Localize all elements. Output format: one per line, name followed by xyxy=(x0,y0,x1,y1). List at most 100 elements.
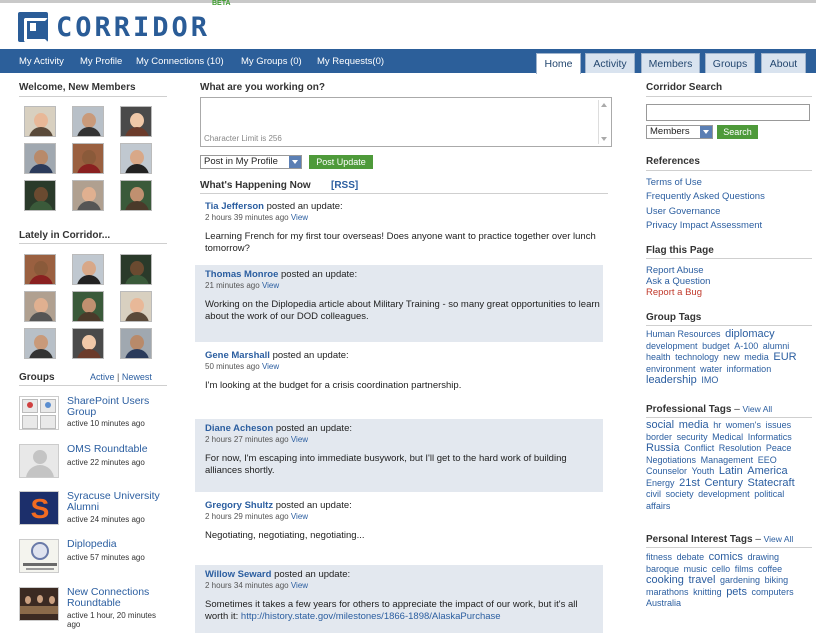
syracuse-s-icon[interactable]: S xyxy=(19,491,59,525)
tag-link[interactable]: Resolution xyxy=(719,443,762,453)
member-avatar[interactable] xyxy=(120,254,152,285)
update-url-link[interactable]: http://history.state.gov/milestones/1866… xyxy=(241,611,501,622)
member-avatar[interactable] xyxy=(24,328,56,359)
post-target-select[interactable]: Post in My Profile xyxy=(200,155,302,169)
view-link[interactable]: View xyxy=(291,512,308,521)
tag-link[interactable]: debate xyxy=(677,552,705,562)
tag-link[interactable]: A-100 xyxy=(734,341,758,351)
scroll-down-icon[interactable] xyxy=(601,137,607,141)
search-button[interactable]: Search xyxy=(717,125,758,139)
status-textarea[interactable]: Character Limit is 256 xyxy=(200,97,612,147)
post-update-button[interactable]: Post Update xyxy=(309,155,373,169)
group-name-oms[interactable]: OMS Roundtable xyxy=(67,444,179,455)
meeting-photo-icon[interactable] xyxy=(19,587,59,621)
report-abuse-link[interactable]: Report Abuse xyxy=(646,265,704,276)
tag-link[interactable]: issues xyxy=(766,420,792,430)
search-input[interactable] xyxy=(646,104,810,121)
tag-link[interactable]: 21st xyxy=(679,477,700,489)
tag-link[interactable]: films xyxy=(735,564,754,574)
member-avatar[interactable] xyxy=(120,180,152,211)
tag-link[interactable]: America xyxy=(747,465,787,477)
tag-link[interactable]: civil xyxy=(646,489,661,499)
author-link[interactable]: Tia Jefferson xyxy=(205,201,264,212)
tag-link[interactable]: health xyxy=(646,352,671,362)
tag-link[interactable]: Negotiations xyxy=(646,455,696,465)
view-link[interactable]: View xyxy=(291,435,308,444)
tag-link[interactable]: political xyxy=(754,489,784,499)
tag-link[interactable]: Latin xyxy=(719,465,743,477)
tag-link[interactable]: new xyxy=(723,352,740,362)
tag-link[interactable]: Peace xyxy=(766,443,792,453)
tag-link[interactable]: pets xyxy=(726,586,747,598)
tag-link[interactable]: environment xyxy=(646,364,696,374)
textarea-scrollbar[interactable] xyxy=(598,100,609,144)
tab-about[interactable]: About xyxy=(761,53,806,73)
tag-link[interactable]: cooking xyxy=(646,574,684,586)
member-avatar[interactable] xyxy=(120,291,152,322)
tag-link[interactable]: alumni xyxy=(763,341,790,351)
view-link[interactable]: View xyxy=(262,362,279,371)
tag-link[interactable]: baroque xyxy=(646,564,679,574)
tag-link[interactable]: diplomacy xyxy=(725,328,775,340)
tag-link[interactable]: development xyxy=(646,341,698,351)
nav-my-groups[interactable]: My Groups (0) xyxy=(241,56,302,67)
author-link[interactable]: Gene Marshall xyxy=(205,350,270,361)
tag-link[interactable]: affairs xyxy=(646,501,670,511)
tag-link[interactable]: biking xyxy=(765,575,789,585)
tag-link[interactable]: Management xyxy=(701,455,754,465)
tag-link[interactable]: leadership xyxy=(646,374,697,386)
nav-my-profile[interactable]: My Profile xyxy=(80,56,122,67)
tag-link[interactable]: media xyxy=(744,352,769,362)
view-link[interactable]: View xyxy=(291,581,308,590)
author-link[interactable]: Gregory Shultz xyxy=(205,500,273,511)
member-avatar[interactable] xyxy=(72,106,104,137)
personal-tags-view-all-link[interactable]: View All xyxy=(764,534,794,544)
member-avatar[interactable] xyxy=(24,180,56,211)
tag-link[interactable]: social xyxy=(646,419,674,431)
default-avatar-icon[interactable] xyxy=(19,444,59,478)
tag-link[interactable]: Human Resources xyxy=(646,329,721,339)
group-name-syracuse[interactable]: Syracuse University Alumni xyxy=(67,491,179,513)
tag-link[interactable]: cello xyxy=(712,564,731,574)
tag-link[interactable]: hr xyxy=(713,420,721,430)
tag-link[interactable]: technology xyxy=(675,352,719,362)
tag-link[interactable]: society xyxy=(666,489,694,499)
tag-link[interactable]: development xyxy=(698,489,750,499)
tag-link[interactable]: Medical xyxy=(712,432,743,442)
tag-link[interactable]: Conflict xyxy=(684,443,714,453)
tag-link[interactable]: border xyxy=(646,432,672,442)
scroll-up-icon[interactable] xyxy=(601,103,607,107)
ask-question-link[interactable]: Ask a Question xyxy=(646,276,710,287)
tag-link[interactable]: IMO xyxy=(701,375,718,385)
privacy-impact-link[interactable]: Privacy Impact Assessment xyxy=(646,220,762,231)
tag-link[interactable]: media xyxy=(679,419,709,431)
pro-tags-view-all-link[interactable]: View All xyxy=(743,404,773,414)
groups-newest-link[interactable]: Newest xyxy=(122,372,152,382)
report-bug-link[interactable]: Report a Bug xyxy=(646,287,702,298)
tag-link[interactable]: EUR xyxy=(773,351,796,363)
nav-my-requests[interactable]: My Requests(0) xyxy=(317,56,384,67)
tag-link[interactable]: Statecraft xyxy=(748,477,795,489)
view-link[interactable]: View xyxy=(262,281,279,290)
tag-link[interactable]: knitting xyxy=(693,587,722,597)
tag-link[interactable]: fitness xyxy=(646,552,672,562)
tag-link[interactable]: Informatics xyxy=(748,432,792,442)
tab-activity[interactable]: Activity xyxy=(585,53,635,73)
tag-link[interactable]: EEO xyxy=(758,455,777,465)
tag-link[interactable]: drawing xyxy=(747,552,779,562)
member-avatar[interactable] xyxy=(24,291,56,322)
member-avatar[interactable] xyxy=(120,106,152,137)
tag-link[interactable]: Russia xyxy=(646,442,680,454)
rss-link[interactable]: [RSS] xyxy=(331,180,358,191)
author-link[interactable]: Diane Acheson xyxy=(205,423,273,434)
author-link[interactable]: Thomas Monroe xyxy=(205,269,278,280)
member-avatar[interactable] xyxy=(72,328,104,359)
tag-link[interactable]: women's xyxy=(726,420,761,430)
tag-link[interactable]: Australia xyxy=(646,598,681,608)
tag-link[interactable]: travel xyxy=(688,574,715,586)
tag-link[interactable]: information xyxy=(727,364,772,374)
member-avatar[interactable] xyxy=(120,143,152,174)
member-avatar[interactable] xyxy=(24,254,56,285)
group-name-new-connections[interactable]: New Connections Roundtable xyxy=(67,587,179,609)
user-governance-link[interactable]: User Governance xyxy=(646,206,720,217)
